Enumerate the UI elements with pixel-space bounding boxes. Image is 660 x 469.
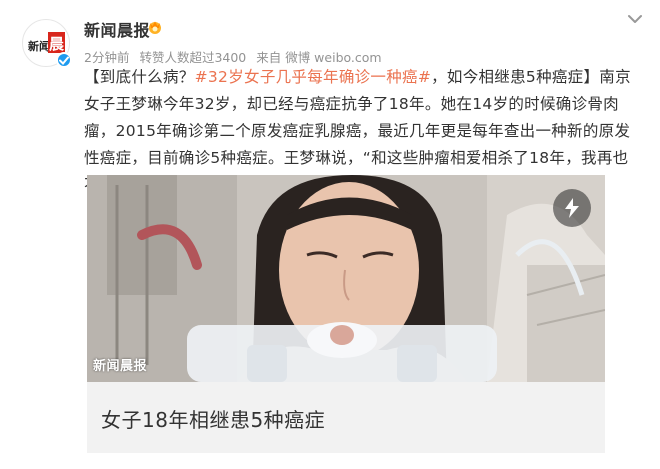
- svg-text:晨: 晨: [49, 35, 65, 53]
- video-caption: 女子18年相继患5种癌症: [101, 408, 326, 432]
- post-header: 新闻 晨 新闻晨报 2分钟前 转赞人数超过3400 来自 微博 weibo.co…: [0, 0, 660, 72]
- verified-badge-icon: [56, 52, 72, 68]
- video-watermark: 新闻晨报: [93, 359, 148, 374]
- video-thumbnail[interactable]: 新闻晨报: [87, 175, 605, 382]
- video-caption-bar[interactable]: 女子18年相继患5种癌症: [87, 382, 605, 453]
- post-text-lead: 【到底什么病？: [84, 68, 195, 86]
- video-still-image: [87, 175, 605, 382]
- video-card[interactable]: 新闻晨报 女子18年相继患5种癌症: [87, 175, 605, 453]
- topic-link[interactable]: #32岁女子几乎每年确诊一种癌#: [195, 68, 432, 86]
- repost-count: 转赞人数超过3400: [139, 50, 247, 65]
- chevron-down-icon[interactable]: [626, 12, 644, 26]
- author-avatar[interactable]: 新闻 晨: [22, 19, 74, 71]
- author-name[interactable]: 新闻晨报: [84, 17, 150, 41]
- post-source[interactable]: 来自 微博 weibo.com: [256, 50, 381, 65]
- lightning-icon: [565, 198, 579, 218]
- fan-badge-icon: [149, 21, 161, 34]
- flash-button[interactable]: [553, 189, 591, 227]
- svg-text:新闻: 新闻: [28, 39, 50, 53]
- post-time[interactable]: 2分钟前: [84, 50, 129, 65]
